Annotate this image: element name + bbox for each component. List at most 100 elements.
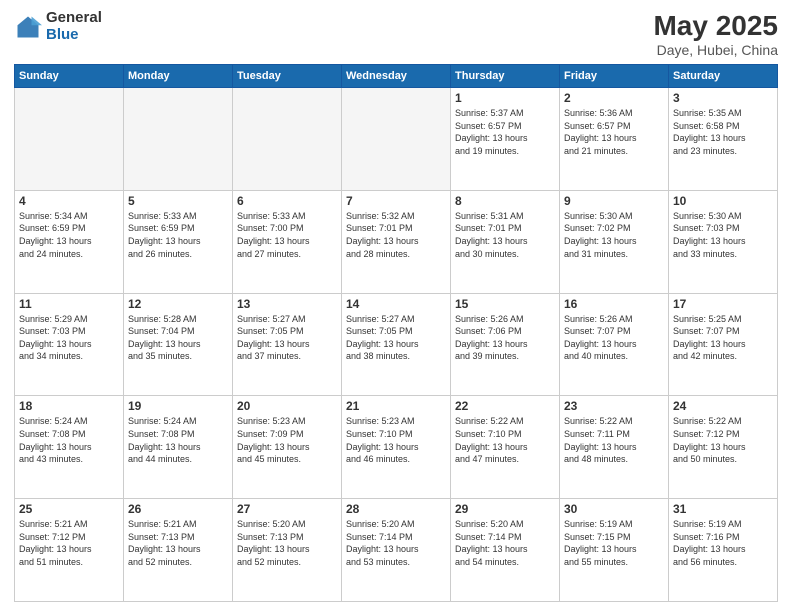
day-number: 13 <box>237 297 337 311</box>
day-number: 11 <box>19 297 119 311</box>
logo-text: General Blue <box>46 10 102 43</box>
calendar-day: 29 Sunrise: 5:20 AM Sunset: 7:14 PM Dayli… <box>451 499 560 602</box>
day-number: 20 <box>237 399 337 413</box>
day-number: 15 <box>455 297 555 311</box>
day-info: Sunrise: 5:31 AM Sunset: 7:01 PM Dayligh… <box>455 210 555 260</box>
day-number: 16 <box>564 297 664 311</box>
day-number: 22 <box>455 399 555 413</box>
logo-blue: Blue <box>46 27 102 44</box>
day-number: 23 <box>564 399 664 413</box>
calendar-day: 15 Sunrise: 5:26 AM Sunset: 7:06 PM Dayli… <box>451 293 560 396</box>
day-info: Sunrise: 5:37 AM Sunset: 6:57 PM Dayligh… <box>455 107 555 157</box>
header-row: Sunday Monday Tuesday Wednesday Thursday… <box>15 65 778 88</box>
title-block: May 2025 Daye, Hubei, China <box>653 10 778 58</box>
day-number: 27 <box>237 502 337 516</box>
day-info: Sunrise: 5:30 AM Sunset: 7:02 PM Dayligh… <box>564 210 664 260</box>
day-number: 5 <box>128 194 228 208</box>
day-info: Sunrise: 5:26 AM Sunset: 7:07 PM Dayligh… <box>564 313 664 363</box>
day-number: 14 <box>346 297 446 311</box>
header-wednesday: Wednesday <box>342 65 451 88</box>
logo-general: General <box>46 10 102 27</box>
calendar-day: 12 Sunrise: 5:28 AM Sunset: 7:04 PM Dayli… <box>124 293 233 396</box>
day-number: 9 <box>564 194 664 208</box>
day-info: Sunrise: 5:22 AM Sunset: 7:12 PM Dayligh… <box>673 415 773 465</box>
calendar-day: 13 Sunrise: 5:27 AM Sunset: 7:05 PM Dayli… <box>233 293 342 396</box>
day-info: Sunrise: 5:23 AM Sunset: 7:09 PM Dayligh… <box>237 415 337 465</box>
calendar-day <box>124 88 233 191</box>
day-number: 3 <box>673 91 773 105</box>
day-number: 31 <box>673 502 773 516</box>
day-info: Sunrise: 5:24 AM Sunset: 7:08 PM Dayligh… <box>19 415 119 465</box>
header-tuesday: Tuesday <box>233 65 342 88</box>
day-number: 7 <box>346 194 446 208</box>
calendar-day <box>233 88 342 191</box>
calendar-day <box>342 88 451 191</box>
day-info: Sunrise: 5:29 AM Sunset: 7:03 PM Dayligh… <box>19 313 119 363</box>
header-friday: Friday <box>560 65 669 88</box>
day-info: Sunrise: 5:23 AM Sunset: 7:10 PM Dayligh… <box>346 415 446 465</box>
day-info: Sunrise: 5:22 AM Sunset: 7:11 PM Dayligh… <box>564 415 664 465</box>
day-info: Sunrise: 5:30 AM Sunset: 7:03 PM Dayligh… <box>673 210 773 260</box>
header-monday: Monday <box>124 65 233 88</box>
calendar-table: Sunday Monday Tuesday Wednesday Thursday… <box>14 64 778 602</box>
calendar-day: 14 Sunrise: 5:27 AM Sunset: 7:05 PM Dayli… <box>342 293 451 396</box>
calendar-day: 26Sunrise: 5:21 AM Sunset: 7:13 PM Dayli… <box>124 499 233 602</box>
calendar-day: 25 Sunrise: 5:21 AM Sunset: 7:12 PM Dayli… <box>15 499 124 602</box>
day-number: 25 <box>19 502 119 516</box>
calendar-day: 31Sunrise: 5:19 AM Sunset: 7:16 PM Dayli… <box>669 499 778 602</box>
day-number: 29 <box>455 502 555 516</box>
calendar-day: 10 Sunrise: 5:30 AM Sunset: 7:03 PM Dayli… <box>669 190 778 293</box>
day-info: Sunrise: 5:20 AM Sunset: 7:14 PM Dayligh… <box>346 518 446 568</box>
calendar-header: Sunday Monday Tuesday Wednesday Thursday… <box>15 65 778 88</box>
calendar-day: 16 Sunrise: 5:26 AM Sunset: 7:07 PM Dayli… <box>560 293 669 396</box>
day-number: 12 <box>128 297 228 311</box>
day-info: Sunrise: 5:21 AM Sunset: 7:13 PM Dayligh… <box>128 518 228 568</box>
header: General Blue May 2025 Daye, Hubei, China <box>14 10 778 58</box>
calendar-day: 9 Sunrise: 5:30 AM Sunset: 7:02 PM Daylig… <box>560 190 669 293</box>
day-number: 30 <box>564 502 664 516</box>
logo-icon <box>14 13 42 41</box>
day-number: 1 <box>455 91 555 105</box>
calendar-day: 2 Sunrise: 5:36 AM Sunset: 6:57 PM Daylig… <box>560 88 669 191</box>
day-number: 21 <box>346 399 446 413</box>
day-info: Sunrise: 5:28 AM Sunset: 7:04 PM Dayligh… <box>128 313 228 363</box>
day-info: Sunrise: 5:26 AM Sunset: 7:06 PM Dayligh… <box>455 313 555 363</box>
day-info: Sunrise: 5:27 AM Sunset: 7:05 PM Dayligh… <box>346 313 446 363</box>
calendar-day: 30 Sunrise: 5:19 AM Sunset: 7:15 PM Dayli… <box>560 499 669 602</box>
page: General Blue May 2025 Daye, Hubei, China… <box>0 0 792 612</box>
calendar-day <box>15 88 124 191</box>
day-info: Sunrise: 5:33 AM Sunset: 7:00 PM Dayligh… <box>237 210 337 260</box>
calendar-day: 17Sunrise: 5:25 AM Sunset: 7:07 PM Dayli… <box>669 293 778 396</box>
calendar-week-1: 1 Sunrise: 5:37 AM Sunset: 6:57 PM Daylig… <box>15 88 778 191</box>
calendar-title: May 2025 <box>653 10 778 42</box>
day-info: Sunrise: 5:21 AM Sunset: 7:12 PM Dayligh… <box>19 518 119 568</box>
day-info: Sunrise: 5:35 AM Sunset: 6:58 PM Dayligh… <box>673 107 773 157</box>
day-info: Sunrise: 5:36 AM Sunset: 6:57 PM Dayligh… <box>564 107 664 157</box>
header-thursday: Thursday <box>451 65 560 88</box>
day-info: Sunrise: 5:27 AM Sunset: 7:05 PM Dayligh… <box>237 313 337 363</box>
calendar-day: 7 Sunrise: 5:32 AM Sunset: 7:01 PM Daylig… <box>342 190 451 293</box>
calendar-subtitle: Daye, Hubei, China <box>653 42 778 58</box>
calendar-day: 21 Sunrise: 5:23 AM Sunset: 7:10 PM Dayli… <box>342 396 451 499</box>
header-saturday: Saturday <box>669 65 778 88</box>
day-number: 4 <box>19 194 119 208</box>
calendar-day: 20 Sunrise: 5:23 AM Sunset: 7:09 PM Dayli… <box>233 396 342 499</box>
calendar-week-4: 18 Sunrise: 5:24 AM Sunset: 7:08 PM Dayli… <box>15 396 778 499</box>
day-number: 2 <box>564 91 664 105</box>
calendar-day: 5Sunrise: 5:33 AM Sunset: 6:59 PM Daylig… <box>124 190 233 293</box>
day-number: 8 <box>455 194 555 208</box>
day-number: 10 <box>673 194 773 208</box>
day-info: Sunrise: 5:34 AM Sunset: 6:59 PM Dayligh… <box>19 210 119 260</box>
calendar-day: 22Sunrise: 5:22 AM Sunset: 7:10 PM Dayli… <box>451 396 560 499</box>
day-number: 24 <box>673 399 773 413</box>
calendar-day: 1 Sunrise: 5:37 AM Sunset: 6:57 PM Daylig… <box>451 88 560 191</box>
day-info: Sunrise: 5:32 AM Sunset: 7:01 PM Dayligh… <box>346 210 446 260</box>
day-info: Sunrise: 5:19 AM Sunset: 7:15 PM Dayligh… <box>564 518 664 568</box>
day-number: 18 <box>19 399 119 413</box>
calendar-day: 19Sunrise: 5:24 AM Sunset: 7:08 PM Dayli… <box>124 396 233 499</box>
calendar-day: 6Sunrise: 5:33 AM Sunset: 7:00 PM Daylig… <box>233 190 342 293</box>
day-info: Sunrise: 5:20 AM Sunset: 7:14 PM Dayligh… <box>455 518 555 568</box>
calendar-week-5: 25 Sunrise: 5:21 AM Sunset: 7:12 PM Dayli… <box>15 499 778 602</box>
day-number: 19 <box>128 399 228 413</box>
calendar-day: 4 Sunrise: 5:34 AM Sunset: 6:59 PM Daylig… <box>15 190 124 293</box>
